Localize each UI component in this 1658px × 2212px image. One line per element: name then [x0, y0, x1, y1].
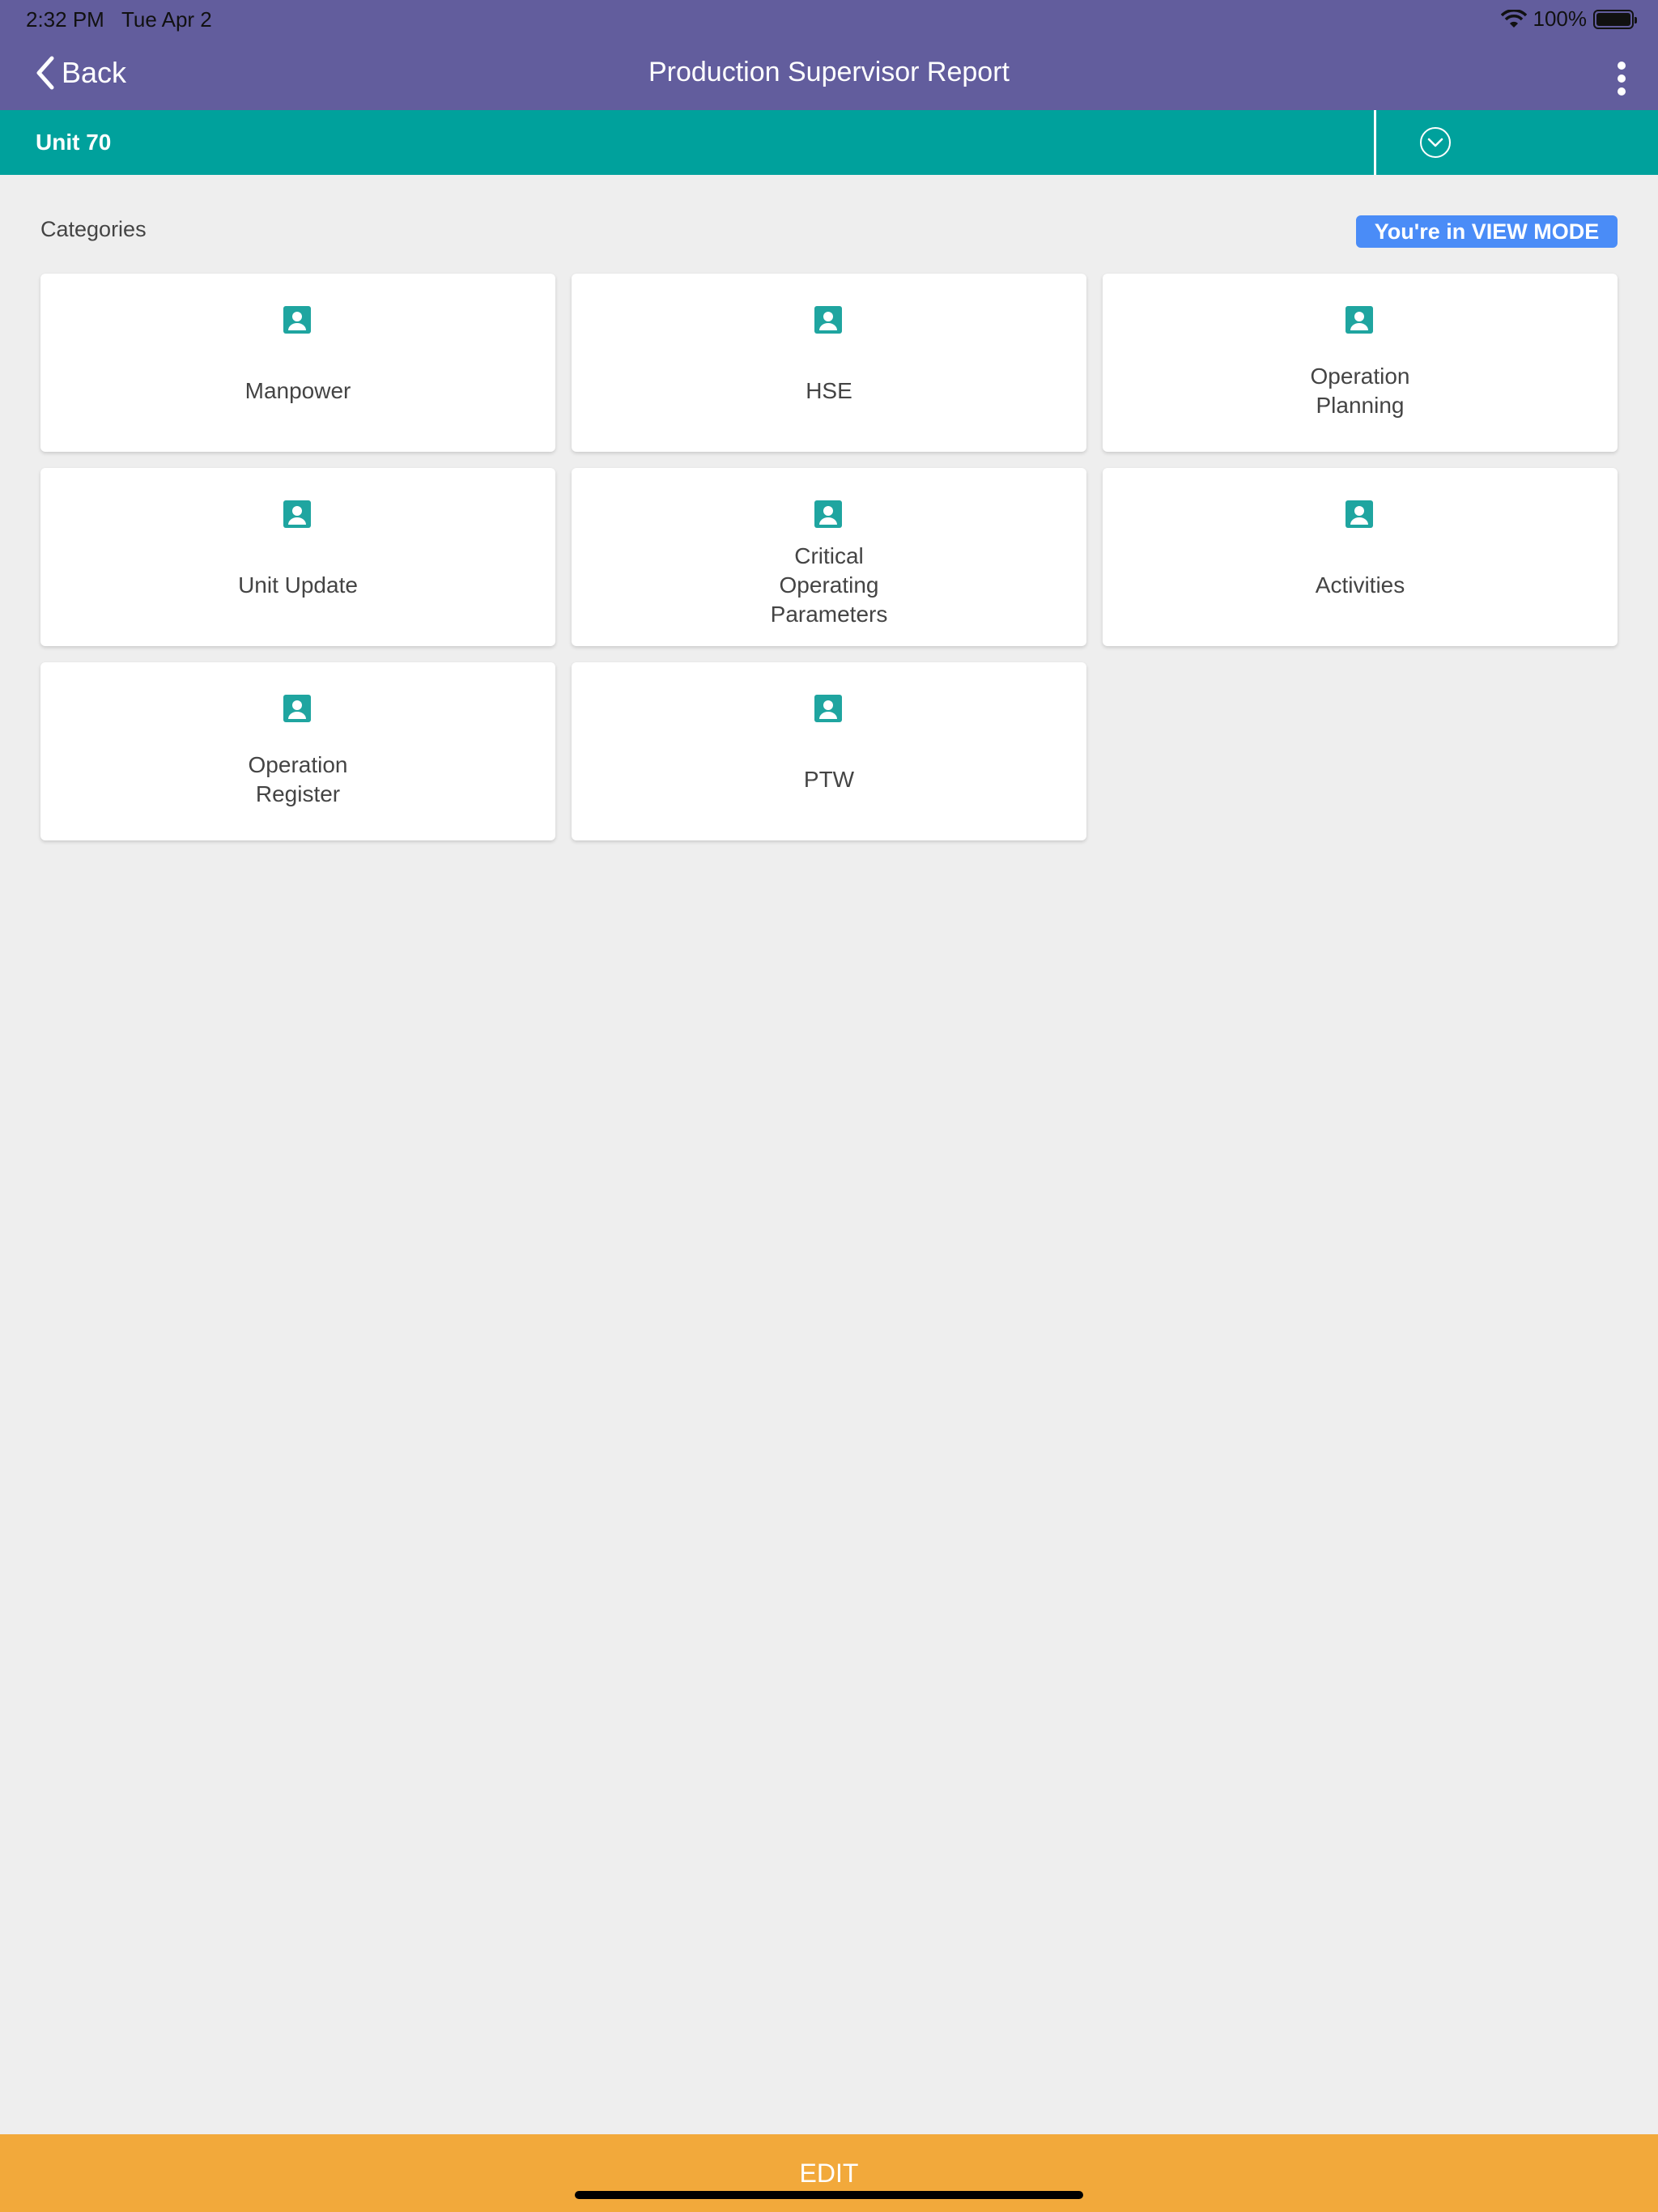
wifi-icon — [1500, 9, 1527, 28]
categories-heading: Categories — [40, 217, 147, 241]
user-icon — [814, 500, 842, 528]
battery-icon — [1593, 9, 1637, 29]
category-card-operation-planning[interactable]: Operation Planning — [1103, 274, 1618, 452]
category-card-critical-operating-parameters[interactable]: Critical Operating Parameters — [572, 468, 1086, 646]
status-date: Tue Apr 2 — [121, 7, 212, 32]
status-time: 2:32 PM — [26, 7, 104, 32]
page-title: Production Supervisor Report — [648, 57, 1010, 87]
category-label: Activities — [1315, 572, 1405, 598]
home-indicator — [575, 2191, 1083, 2199]
category-label: Critical Operating Parameters — [770, 543, 888, 627]
category-card-activities[interactable]: Activities — [1103, 468, 1618, 646]
battery-percent: 100% — [1533, 6, 1588, 31]
category-card-operation-register[interactable]: Operation Register — [40, 662, 555, 840]
category-label: Unit Update — [238, 572, 358, 598]
more-options-button[interactable] — [1618, 62, 1626, 96]
category-label: Manpower — [244, 378, 351, 403]
status-bar: 2:32 PM Tue Apr 2 100% — [0, 0, 1658, 39]
category-card-unit-update[interactable]: Unit Update — [40, 468, 555, 646]
user-icon — [814, 695, 842, 722]
category-label: Operation Register — [248, 752, 348, 806]
status-indicators: 100% — [1500, 6, 1637, 32]
navigation-bar: Back Production Supervisor Report — [0, 39, 1658, 110]
category-label: HSE — [806, 378, 852, 403]
unit-selector-bar: Unit 70 — [0, 110, 1658, 175]
chevron-down-icon — [1427, 138, 1443, 147]
user-icon — [1346, 500, 1373, 528]
more-vertical-icon — [1618, 62, 1626, 70]
unit-label: Unit 70 — [36, 130, 112, 155]
user-icon — [283, 500, 311, 528]
category-label: Operation Planning — [1310, 364, 1410, 418]
unit-dropdown-button[interactable] — [1420, 127, 1451, 158]
category-card-hse[interactable]: HSE — [572, 274, 1086, 452]
user-icon — [283, 695, 311, 722]
unit-divider — [1374, 110, 1376, 175]
view-mode-badge: You're in VIEW MODE — [1356, 215, 1618, 248]
category-card-manpower[interactable]: Manpower — [40, 274, 555, 452]
user-icon — [814, 306, 842, 334]
edit-button[interactable]: EDIT — [0, 2134, 1658, 2212]
category-label: PTW — [803, 767, 855, 792]
user-icon — [283, 306, 311, 334]
user-icon — [1346, 306, 1373, 334]
category-card-ptw[interactable]: PTW — [572, 662, 1086, 840]
edit-label: EDIT — [799, 2159, 859, 2188]
